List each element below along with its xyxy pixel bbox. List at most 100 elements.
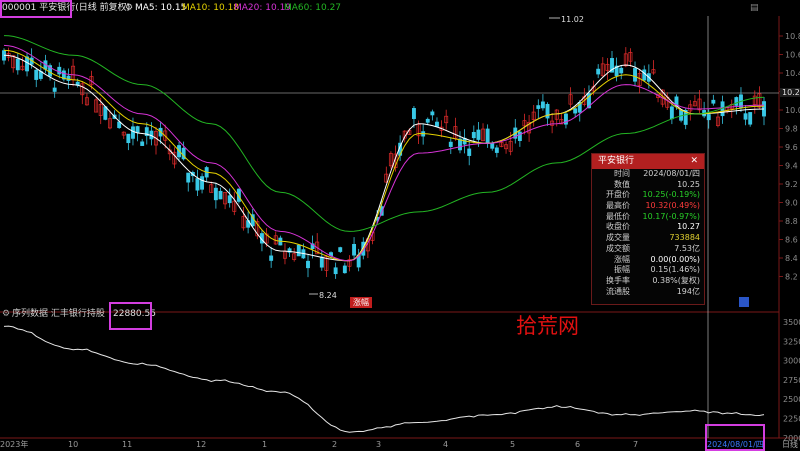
lower-title: 序列数据 汇丰银行持股 [12,309,105,319]
event-marker[interactable]: 涨幅 [350,297,372,308]
month-label: 12 [196,440,207,449]
candle-body [103,106,108,120]
price-tick: 10.0 [785,106,800,115]
info-row-key: 时间 [614,169,630,178]
price-tick: 10.4 [785,69,800,78]
candle-body [352,243,357,256]
holding-tick: 2250 [783,415,800,424]
month-label: 6 [575,440,581,449]
low-marker: 8.24 [309,291,337,300]
info-panel-title: 平安银行 [598,156,635,166]
candle-body [200,176,205,190]
month-label: 2023年 [0,440,29,449]
candle-body [490,143,495,149]
info-row-key: 数值 [614,179,630,189]
candle-body [642,69,647,81]
candle-body [633,68,637,82]
price-tick: 8.2 [785,273,798,282]
candle-body [476,129,481,140]
candle-body [333,267,338,275]
candle-body [34,69,39,80]
cursor-marker [739,297,749,307]
candle-body [126,133,131,144]
info-row: 成交量 733884 [592,233,704,244]
info-row-key: 成交额 [606,243,630,253]
info-row: 涨幅 0.00(0.00%) [592,255,704,266]
candle-body [227,195,232,204]
info-row-value: 0.00(0.00%) [650,254,700,264]
candle-body [306,260,310,269]
price-tick: 10.6 [785,51,800,60]
lower-icon[interactable]: ⚙ [2,306,10,322]
info-row-key: 收盘价 [606,222,630,232]
holding-tick: 3000 [783,357,800,366]
price-tick: 8.4 [785,254,798,263]
candle-body [342,265,347,274]
candle-body [218,190,223,200]
info-row-value: 10.32(0.49%) [645,201,700,211]
info-row-value: 194亿 [676,286,700,296]
info-row-value: 10.25 [677,179,700,189]
holding-tick: 2500 [783,395,800,404]
candle-body [743,113,748,120]
info-row-key: 成交量 [606,233,630,243]
candle-body [619,67,624,74]
candle-body [711,99,716,104]
price-tick: 9.2 [785,180,798,189]
info-row: 振幅 0.15(1.46%) [592,265,704,276]
candle-body [319,256,324,268]
candle-body [494,147,499,153]
candle-body [140,141,145,146]
value-highlight [109,302,152,330]
candle-body [485,128,490,144]
date-highlight [705,424,765,451]
candle-body [435,121,439,127]
candle-body [536,105,541,109]
price-tick: 8.8 [785,217,798,226]
candle-body [131,126,135,139]
month-label: 1 [262,440,268,449]
holding-axis: 3500325030002750250022502000 [783,318,800,443]
info-row: 收盘价 10.27 [592,222,704,233]
price-tick: 9.4 [785,162,798,171]
candle-body [57,66,62,75]
info-row: 最低价 10.17(-0.97%) [592,212,704,223]
holding-tick: 3250 [783,337,800,346]
info-panel[interactable]: 平安银行 ✕ 时间 2024/08/01/四数值 10.25 开盘价 10.25(-0.… [591,153,705,305]
info-row: 最高价 10.32(0.49%) [592,201,704,212]
info-row-key: 换手率 [606,275,630,285]
holding-line [3,325,765,433]
info-row: 换手率 0.38%(复权) [592,276,704,287]
month-label: 5 [510,440,516,449]
candle-body [411,108,416,119]
info-row-key: 涨幅 [614,254,630,264]
candle-body [186,172,191,183]
candle-body [517,131,522,141]
info-row: 数值 10.25 [592,180,704,191]
period-label[interactable]: 日线 [782,438,798,451]
holding-tick: 3500 [783,318,800,327]
candle-body [213,187,218,201]
info-row-value: 2024/08/01/四 [643,169,700,178]
info-row-key: 开盘价 [606,190,630,200]
candle-body [706,114,711,121]
info-row-value: 10.25(-0.19%) [642,190,700,200]
close-icon[interactable]: ✕ [690,154,698,169]
candle-body [25,56,29,72]
candle-body [269,255,274,261]
month-label: 2 [332,440,338,449]
info-row-key: 流通股 [606,286,630,296]
watermark: 拾荒网 [516,314,579,338]
info-row: 流通股 194亿 [592,287,704,298]
candle-body [296,244,301,257]
info-panel-header[interactable]: 平安银行 ✕ [592,154,704,169]
info-panel-rows: 时间 2024/08/01/四数值 10.25 开盘价 10.25(-0.19%) 最高价… [592,169,704,297]
candle-body [135,126,140,133]
month-label: 7 [633,440,639,449]
candle-body [669,106,674,120]
price-tick: 10.8 [785,32,800,41]
candle-body [471,132,476,139]
month-label: 11 [122,440,133,449]
candle-body [338,247,343,252]
candle-body [734,97,739,106]
